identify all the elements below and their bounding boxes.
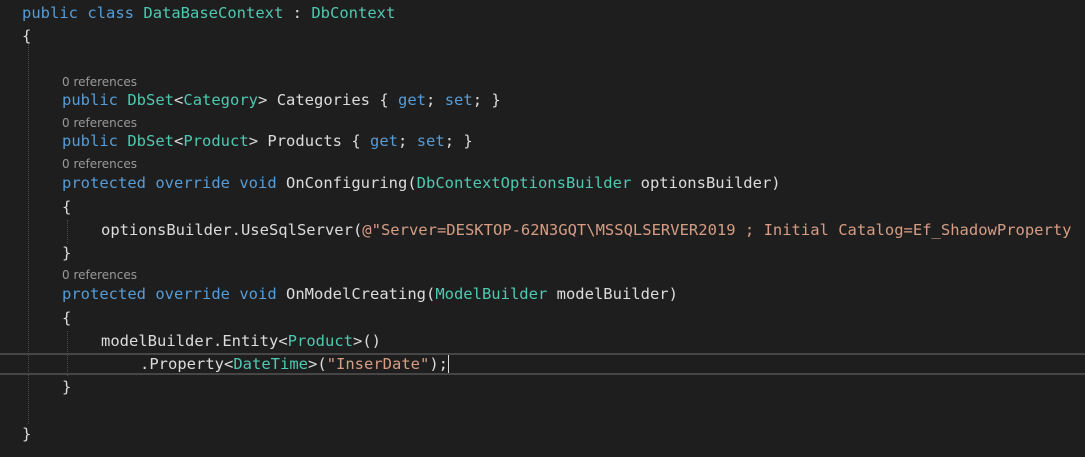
statement-end: );	[429, 355, 449, 373]
method-call: optionsBuilder.UseSqlServer(	[101, 221, 363, 239]
brace: }	[22, 425, 32, 443]
keyword-public: public	[22, 4, 78, 22]
keyword-public: public	[62, 132, 118, 150]
type-dbset: DbSet	[127, 132, 175, 150]
code-line-close-brace[interactable]: }	[62, 243, 71, 263]
code-line-usesqlserver-call[interactable]: optionsBuilder.UseSqlServer(@"Server=DES…	[101, 220, 1072, 240]
punctuation: ; }	[472, 91, 501, 109]
keyword-protected: protected	[62, 174, 146, 192]
keyword-class: class	[87, 4, 135, 22]
keyword-set: set	[444, 91, 473, 109]
type-dbset: DbSet	[127, 91, 175, 109]
punctuation: ;	[398, 132, 417, 150]
method-name: OnModelCreating(	[276, 285, 436, 303]
brace: {	[22, 27, 32, 45]
keyword-override: override	[155, 174, 230, 192]
property-name: Products {	[258, 132, 371, 150]
code-line-open-brace[interactable]: {	[62, 308, 71, 328]
parameter-type: DbContextOptionsBuilder	[416, 174, 632, 192]
keyword-protected: protected	[62, 285, 146, 303]
code-line-categories-property[interactable]: public DbSet<Category> Categories { get;…	[62, 90, 501, 110]
base-class-name: DbContext	[311, 4, 396, 22]
code-line-close-brace[interactable]: }	[22, 424, 31, 444]
keyword-get: get	[370, 132, 399, 150]
code-line-products-property[interactable]: public DbSet<Product> Products { get; se…	[62, 131, 473, 151]
inheritance-colon: :	[283, 4, 312, 22]
code-line-onconfiguring-signature[interactable]: protected override void OnConfiguring(Db…	[62, 173, 781, 193]
code-line-class-declaration[interactable]: public class DataBaseContext : DbContext	[22, 3, 395, 23]
punctuation: ;	[426, 91, 445, 109]
generic-close: >	[258, 91, 268, 109]
keyword-get: get	[398, 91, 427, 109]
codelens-references[interactable]: 0 references	[62, 157, 137, 171]
generic-close: >	[248, 132, 259, 150]
codelens-references[interactable]: 0 references	[62, 75, 137, 89]
type-datetime: DateTime	[233, 355, 308, 373]
codelens-references[interactable]: 0 references	[62, 268, 137, 282]
code-line-entity-call[interactable]: modelBuilder.Entity<Product>()	[101, 331, 381, 351]
brace: {	[62, 309, 72, 327]
method-name: OnConfiguring(	[276, 174, 417, 192]
indent-guide-onconfiguring	[67, 220, 68, 244]
type-product: Product	[183, 132, 249, 150]
text-caret	[448, 355, 450, 373]
brace: }	[62, 244, 72, 262]
call-parens: ()	[362, 332, 381, 350]
code-editor[interactable]: public class DataBaseContext : DbContext…	[0, 0, 1085, 457]
keyword-void: void	[239, 285, 277, 303]
connection-string: @"Server=DESKTOP-62N3GQT\MSSQLSERVER2019…	[362, 221, 1072, 239]
type-product: Product	[287, 332, 353, 350]
keyword-override: override	[155, 285, 230, 303]
code-line-onmodelcreating-signature[interactable]: protected override void OnModelCreating(…	[62, 284, 678, 304]
keyword-void: void	[239, 174, 277, 192]
method-call: modelBuilder.Entity	[101, 332, 279, 350]
code-line-close-brace[interactable]: }	[62, 377, 71, 397]
code-line-open-brace[interactable]: {	[22, 26, 31, 46]
type-category: Category	[183, 91, 259, 109]
paren-open: (	[317, 355, 327, 373]
codelens-references[interactable]: 0 references	[62, 116, 137, 130]
parameter-type: ModelBuilder	[435, 285, 548, 303]
parameter-name: optionsBuilder)	[631, 174, 781, 192]
generic-open: <	[278, 332, 288, 350]
keyword-set: set	[416, 132, 445, 150]
generic-close: >	[352, 332, 363, 350]
property-name: Categories {	[267, 91, 399, 109]
code-line-open-brace[interactable]: {	[62, 197, 71, 217]
brace: {	[62, 198, 72, 216]
class-name: DataBaseContext	[143, 4, 284, 22]
generic-open: <	[224, 355, 234, 373]
method-call: .Property	[140, 355, 224, 373]
brace: }	[62, 378, 72, 396]
generic-open: <	[174, 91, 184, 109]
property-name-string: "InserDate"	[326, 355, 430, 373]
punctuation: ; }	[444, 132, 473, 150]
code-line-property-call[interactable]: .Property<DateTime>("InserDate");	[140, 354, 450, 374]
keyword-public: public	[62, 91, 118, 109]
generic-close: >	[308, 355, 318, 373]
parameter-name: modelBuilder)	[547, 285, 678, 303]
generic-open: <	[174, 132, 184, 150]
